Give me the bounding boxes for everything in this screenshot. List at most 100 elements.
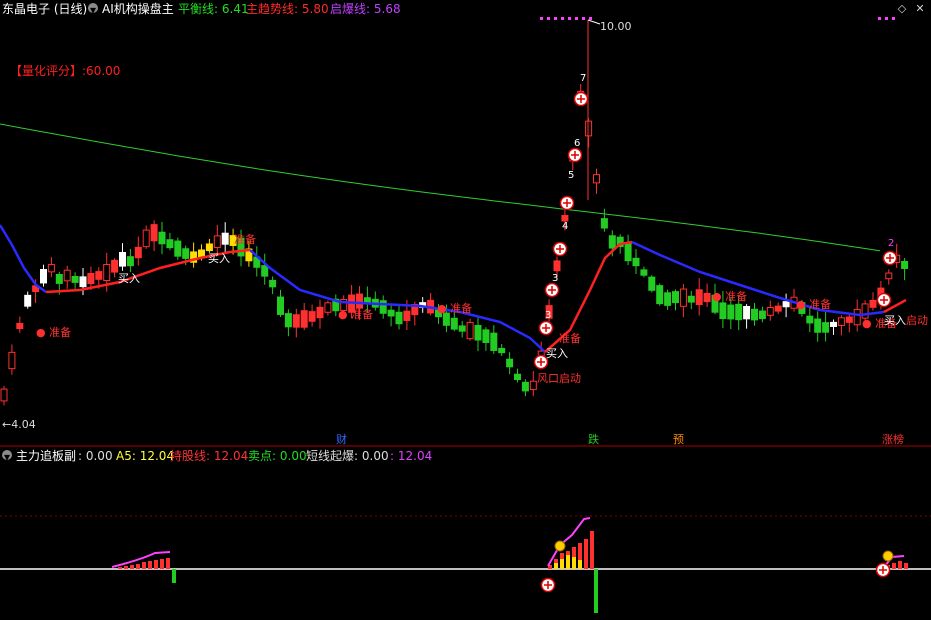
candle-body [600, 218, 608, 229]
candle-body [111, 259, 119, 273]
wave-number: 7 [580, 73, 586, 84]
signal-label: 启动 [906, 314, 928, 327]
candle-body [837, 317, 845, 327]
balance-line [0, 123, 881, 252]
sub-item-hold: 持股线: 12.04 [170, 449, 249, 463]
candle-body [869, 299, 877, 308]
candle-body [213, 235, 221, 248]
balance-line-readout: 平衡线: 6.41 [178, 2, 249, 16]
sub-hist-bar [142, 562, 146, 569]
wave-number: 6 [574, 138, 580, 149]
sub-hist-bar [572, 557, 576, 569]
candle-body [142, 229, 150, 248]
candle-body [458, 325, 466, 332]
candle-body [324, 302, 332, 313]
candle-body [284, 313, 292, 328]
high-pointer [587, 19, 601, 25]
wave-number: 3 [552, 273, 558, 284]
sub-hist-bar [584, 539, 588, 569]
candle-body [316, 306, 324, 319]
candle-body [640, 269, 648, 276]
sub-hist-bar [130, 565, 134, 569]
quant-score-label: 【量化评分】 [10, 64, 83, 78]
signal-label: 准备 [234, 232, 256, 246]
indicator-title[interactable]: AI机构操盘主 [102, 2, 174, 16]
candle-body [632, 257, 640, 267]
signal-label: 买入 [546, 347, 568, 360]
signal-label: ● 准备 [338, 307, 373, 321]
candle-body [47, 264, 55, 273]
candle-body [719, 302, 727, 320]
candle-body [751, 308, 758, 321]
stock-title[interactable]: 东晶电子 (日线) [2, 2, 87, 16]
candle-body [134, 246, 142, 259]
sub-hist-bar [560, 559, 564, 569]
candle-body [79, 276, 87, 288]
chart-grid [0, 17, 931, 570]
candle-body [490, 332, 498, 351]
event-tag: 预 [673, 433, 684, 446]
candle-body [95, 271, 103, 280]
quant-score: 【量化评分】:60.00 [10, 62, 120, 79]
candle-body [16, 322, 24, 330]
candle-body [687, 295, 695, 303]
sub-hist-bar [148, 561, 152, 569]
candle-body [158, 231, 166, 245]
sub-item-a5: A5: 12.04 [116, 449, 175, 463]
event-tag: 涨榜 [882, 432, 904, 446]
event-tag: 跌 [588, 432, 599, 446]
signal-label: 风口启动 [537, 372, 581, 385]
candle-body [174, 240, 182, 257]
price-high-label: 10.00 [600, 20, 632, 33]
sub-hist-bar [554, 563, 558, 569]
candle-body [466, 321, 474, 340]
candle-body [24, 294, 32, 307]
sub-hist-bar [898, 561, 902, 569]
candle-body [8, 351, 16, 370]
candle-body [221, 232, 229, 245]
close-icon[interactable]: ✕ [914, 3, 926, 15]
sub-hist-bar [566, 555, 570, 569]
candle-body [395, 311, 403, 325]
money-bag-icon [554, 540, 566, 552]
burst-line-readout: 启爆线: 5.68 [330, 2, 401, 16]
signal-label: ● 准备 [36, 325, 71, 339]
candle-body [63, 269, 71, 282]
main-trend-readout: 主趋势线: 5.80 [246, 2, 329, 16]
candle-body [40, 269, 47, 284]
candle-body [553, 260, 561, 272]
sub-indicator-title[interactable]: 主力追板副 [16, 449, 76, 463]
candle-body [845, 316, 853, 323]
chart-canvas[interactable]: ● 准备买入准备买入● 准备 ● 准备风口启动买入准备● 准备● 准备● 准备买入… [0, 0, 931, 620]
sub-hist-bar [160, 559, 164, 569]
signal-label: ● 准备 [796, 297, 831, 311]
candle-body [521, 381, 529, 392]
candle-body [679, 288, 687, 307]
sub-hist-bar [578, 560, 582, 569]
candle-body [901, 260, 909, 269]
candle-body [71, 275, 79, 283]
sub-item-burst: 短线起爆: 0.00 [306, 449, 389, 463]
candle-body [814, 318, 822, 333]
candle-body [774, 305, 782, 312]
sub-hist-bar [892, 563, 896, 569]
candle-body [166, 239, 174, 249]
signal-label: ● 准备 [712, 289, 747, 303]
chevron-down-icon[interactable]: ▾ [88, 3, 98, 17]
candle-body [727, 304, 735, 320]
quant-score-value: :60.00 [82, 64, 121, 78]
candle-body [0, 388, 8, 402]
sub-hist-bar [172, 569, 176, 583]
candle-body [853, 308, 861, 326]
diamond-icon[interactable]: ◇ [896, 3, 908, 15]
candle-body [269, 279, 277, 288]
candle-body [300, 310, 308, 328]
sub-hist-bar [166, 558, 170, 569]
candle-body [656, 285, 664, 305]
sub-hist-bar [590, 531, 594, 569]
candle-body [648, 276, 656, 291]
candle-body [482, 329, 490, 343]
candle-body [695, 289, 703, 306]
chevron-down-icon[interactable]: ▾ [2, 450, 12, 464]
candle-body [806, 315, 814, 324]
